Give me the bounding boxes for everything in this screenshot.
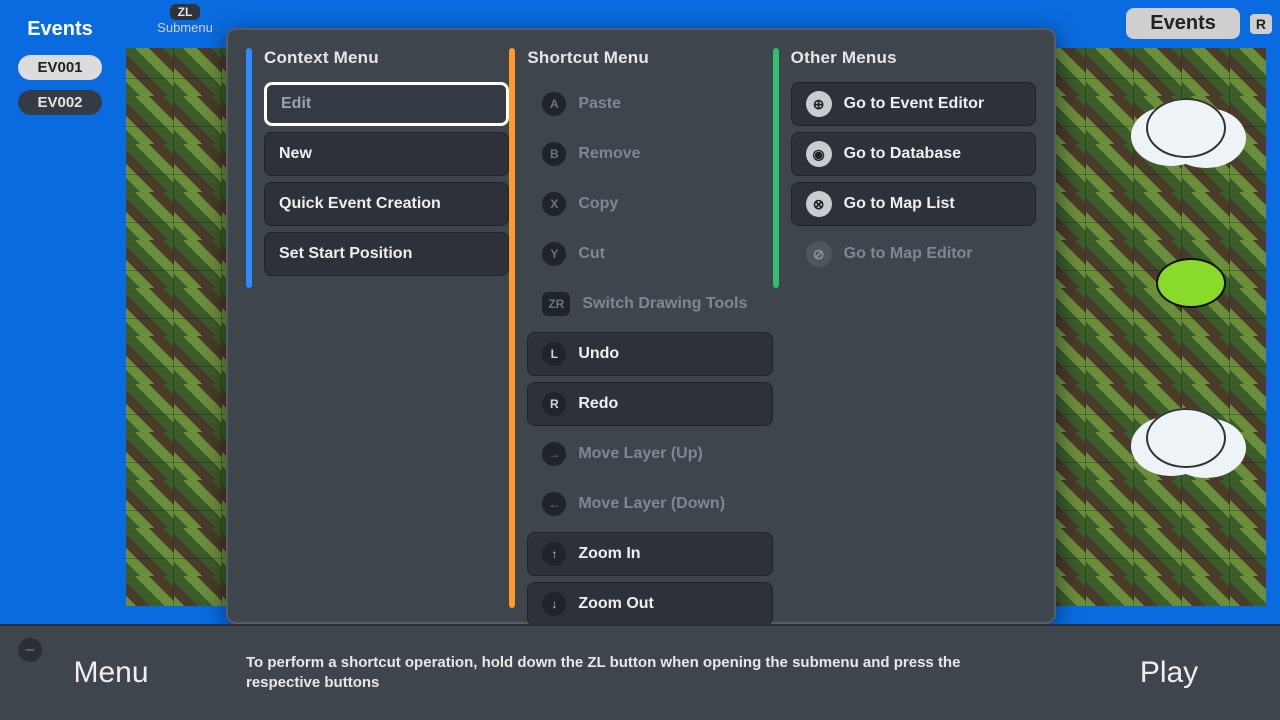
shortcut-menu-item[interactable]: ↓ Zoom Out xyxy=(527,582,772,626)
shortcut-menu-item[interactable]: R Redo xyxy=(527,382,772,426)
keycap-icon: → xyxy=(542,442,566,466)
shortcut-menu-item[interactable]: L Undo xyxy=(527,332,772,376)
menu-nav-icon: ⊕ xyxy=(806,91,832,117)
r-key-badge: R xyxy=(1250,14,1272,34)
menu-item-label: Go to Event Editor xyxy=(844,95,984,113)
play-button[interactable]: Play xyxy=(1058,624,1280,720)
other-menu-item[interactable]: ◉ Go to Database xyxy=(791,132,1036,176)
other-menu-item[interactable]: ⊗ Go to Map List xyxy=(791,182,1036,226)
menu-button[interactable]: – Menu xyxy=(0,624,222,720)
context-menu-item[interactable]: New xyxy=(264,132,509,176)
menu-item-label: Quick Event Creation xyxy=(279,195,441,213)
minus-icon: – xyxy=(18,638,42,662)
zl-label: Submenu xyxy=(157,20,213,35)
submenu-popup: Context Menu Edit New Quick Event Creation… xyxy=(226,28,1056,624)
menu-item-label: Redo xyxy=(578,395,618,413)
menu-nav-icon: ⊘ xyxy=(806,241,832,267)
keycap-icon: ↓ xyxy=(542,592,566,616)
shortcut-menu-item: ← Move Layer (Down) xyxy=(527,482,772,526)
other-menus-column: Other Menus ⊕ Go to Event Editor ◉ Go to Da… xyxy=(773,48,1036,610)
context-menu-item[interactable]: Quick Event Creation xyxy=(264,182,509,226)
menu-button-label: Menu xyxy=(73,656,148,690)
zl-submenu-badge: ZL Submenu xyxy=(150,4,220,35)
context-menu-item[interactable]: Edit xyxy=(264,82,509,126)
menu-item-label: Move Layer (Down) xyxy=(578,495,725,513)
keycap-icon: X xyxy=(542,192,566,216)
map-sprite-blob xyxy=(1156,258,1226,308)
play-button-label: Play xyxy=(1140,656,1198,690)
event-list-item[interactable]: EV001 xyxy=(18,55,102,80)
shortcut-menu-item: → Move Layer (Up) xyxy=(527,432,772,476)
other-menu-item: ⊘ Go to Map Editor xyxy=(791,232,1036,276)
menu-item-label: Set Start Position xyxy=(279,245,412,263)
keycap-icon: R xyxy=(542,392,566,416)
keycap-icon: ↑ xyxy=(542,542,566,566)
menu-item-label: Paste xyxy=(578,95,621,113)
map-sprite-cloud xyxy=(1146,98,1226,158)
menu-item-label: Edit xyxy=(281,95,311,113)
hint-text: To perform a shortcut operation, hold do… xyxy=(222,624,1058,720)
shortcut-menu-item: X Copy xyxy=(527,182,772,226)
menu-item-label: Go to Map List xyxy=(844,195,955,213)
shortcut-menu-item: A Paste xyxy=(527,82,772,126)
menu-item-label: Copy xyxy=(578,195,618,213)
bottom-bar: – Menu To perform a shortcut operation, … xyxy=(0,624,1280,720)
menu-item-label: Zoom In xyxy=(578,545,640,563)
keycap-icon: L xyxy=(542,342,566,366)
keycap-icon: Y xyxy=(542,242,566,266)
keycap-icon: A xyxy=(542,92,566,116)
shortcut-menu-column: Shortcut Menu A Paste B Remove X Copy Y Cut ZR Sw… xyxy=(509,48,772,610)
shortcut-menu-item[interactable]: ↑ Zoom In xyxy=(527,532,772,576)
shortcut-menu-item: B Remove xyxy=(527,132,772,176)
context-menu-item[interactable]: Set Start Position xyxy=(264,232,509,276)
events-panel: Events EV001EV002 xyxy=(0,0,120,612)
shortcut-menu-title: Shortcut Menu xyxy=(527,48,772,68)
keycap-icon: ZR xyxy=(542,292,570,316)
keycap-icon: ← xyxy=(542,492,566,516)
shortcut-menu-item: Y Cut xyxy=(527,232,772,276)
menu-item-label: Go to Map Editor xyxy=(844,245,973,263)
menu-nav-icon: ◉ xyxy=(806,141,832,167)
zl-key-icon: ZL xyxy=(170,4,201,20)
menu-item-label: Move Layer (Up) xyxy=(578,445,702,463)
menu-item-label: Remove xyxy=(578,145,640,163)
other-menus-title: Other Menus xyxy=(791,48,1036,68)
shortcut-menu-item: ZR Switch Drawing Tools xyxy=(527,282,772,326)
menu-nav-icon: ⊗ xyxy=(806,191,832,217)
menu-item-label: Zoom Out xyxy=(578,595,654,613)
events-mode-button[interactable]: Events xyxy=(1126,8,1240,39)
keycap-icon: B xyxy=(542,142,566,166)
map-sprite-cloud xyxy=(1146,408,1226,468)
menu-item-label: Switch Drawing Tools xyxy=(582,295,747,313)
event-list-item[interactable]: EV002 xyxy=(18,90,102,115)
menu-item-label: New xyxy=(279,145,312,163)
menu-item-label: Go to Database xyxy=(844,145,961,163)
context-menu-column: Context Menu Edit New Quick Event Creation… xyxy=(246,48,509,610)
menu-item-label: Undo xyxy=(578,345,619,363)
menu-item-label: Cut xyxy=(578,245,605,263)
context-menu-title: Context Menu xyxy=(264,48,509,68)
other-menu-item[interactable]: ⊕ Go to Event Editor xyxy=(791,82,1036,126)
